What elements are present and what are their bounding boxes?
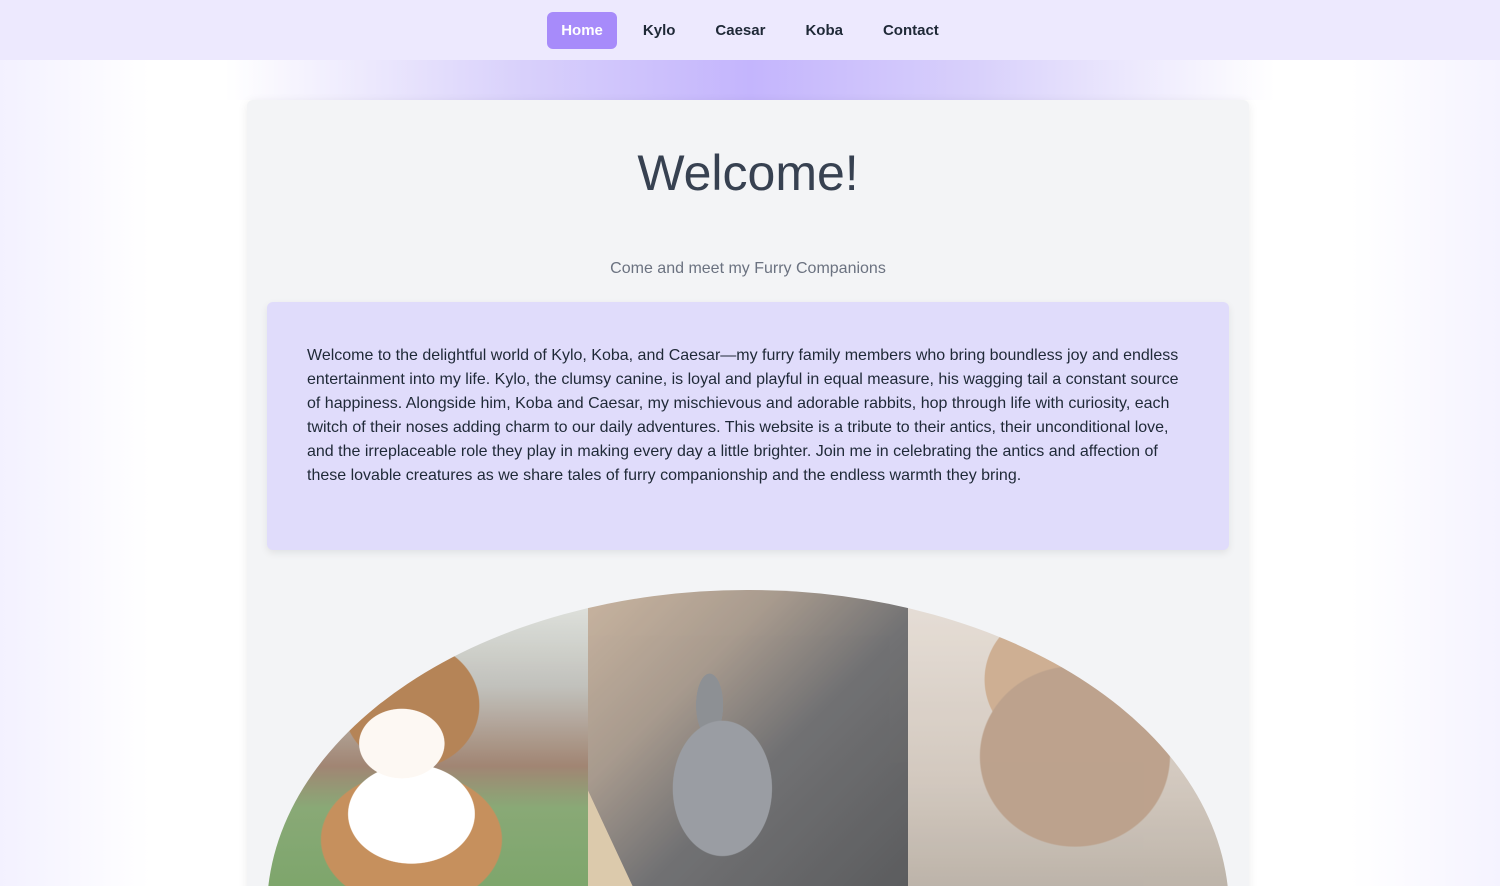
gray-rabbit-photo [587,590,909,886]
page-title: Welcome! [637,145,859,201]
nav-koba-link[interactable]: Koba [791,12,857,49]
intro-text: Welcome to the delightful world of Kylo,… [307,347,1179,484]
fluffy-rabbit-photo [908,590,1229,886]
top-nav: Home Kylo Caesar Koba Contact [0,0,1500,60]
nav-contact-link[interactable]: Contact [869,12,953,49]
nav-caesar-link[interactable]: Caesar [701,12,779,49]
pet-gallery [267,590,1229,886]
nav-kylo-link[interactable]: Kylo [629,12,690,49]
main-card: Welcome! Come and meet my Furry Companio… [247,100,1249,886]
intro-box: Welcome to the delightful world of Kylo,… [267,302,1229,550]
nav-home-link[interactable]: Home [547,11,617,49]
page-subtitle: Come and meet my Furry Companions [610,260,886,277]
header-glow [0,60,1500,100]
dog-photo [267,590,588,886]
